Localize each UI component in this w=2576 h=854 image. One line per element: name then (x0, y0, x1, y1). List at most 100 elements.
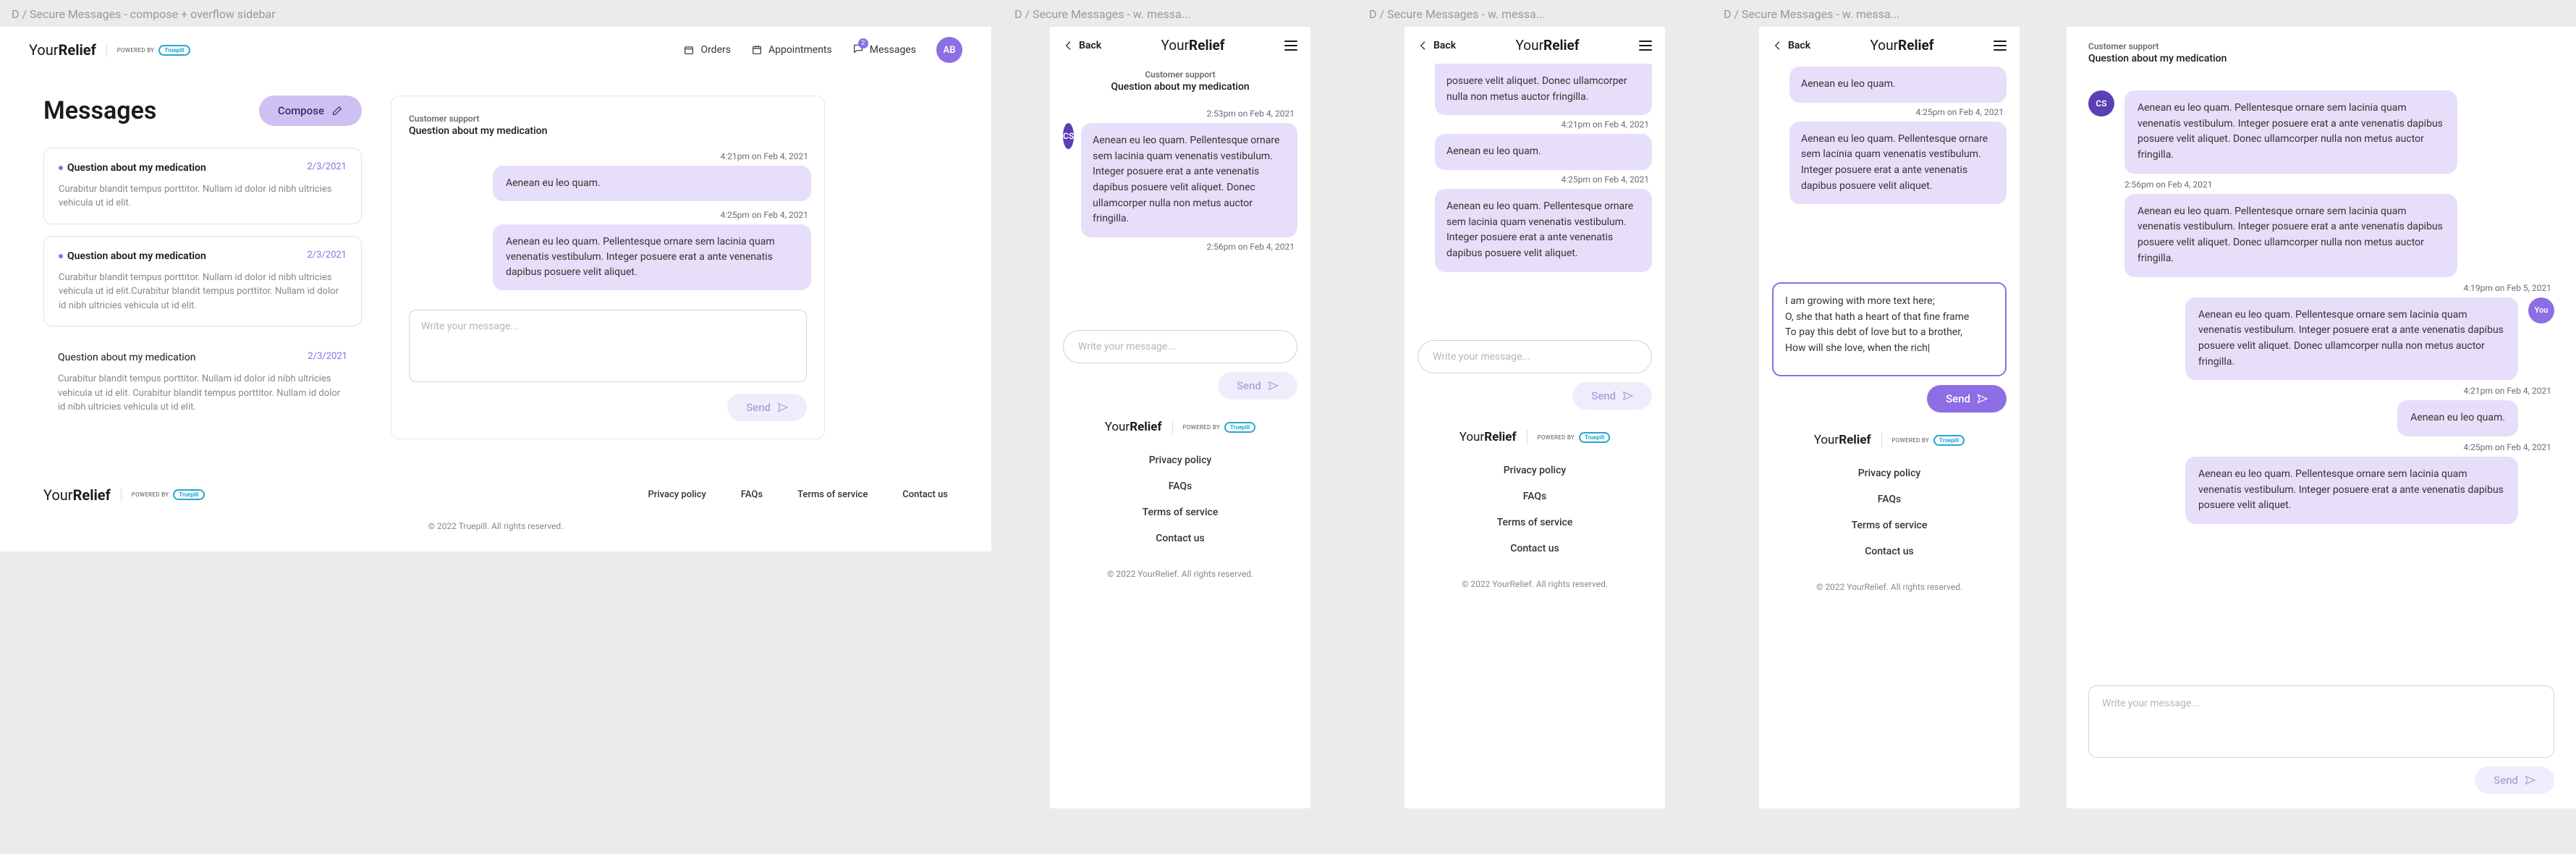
arrow-left-icon (1772, 40, 1784, 51)
footer-link-privacy[interactable]: Privacy policy (648, 489, 706, 500)
thread-card[interactable]: Question about my medication 2/3/2021 Cu… (43, 148, 362, 224)
back-button[interactable]: Back (1418, 40, 1456, 51)
conversation-subject: Question about my medication (1064, 81, 1296, 93)
brand-logo[interactable]: YourRelief (1870, 37, 1933, 54)
menu-button[interactable] (1284, 41, 1297, 51)
footer-link-terms[interactable]: Terms of service (797, 489, 868, 500)
message-bubble: Aenean eu leo quam. Pellentesque ornare … (1435, 189, 1652, 272)
message-timestamp: 2:56pm on Feb 4, 2021 (2124, 179, 2551, 190)
footer-link-faqs[interactable]: FAQs (1878, 494, 1902, 505)
send-button[interactable]: Send (1218, 372, 1297, 399)
brand-logo[interactable]: YourRelief (1459, 430, 1517, 444)
page-title: Messages (43, 96, 156, 125)
message-bubble: Aenean eu leo quam. (1789, 67, 2007, 103)
message-input[interactable]: Write your message... (1063, 330, 1297, 363)
message-input[interactable]: Write your message... (2088, 685, 2554, 758)
footer-link-faqs[interactable]: FAQs (1169, 481, 1192, 492)
message-timestamp: 2:56pm on Feb 4, 2021 (1063, 242, 1295, 252)
sender-avatar: CS (2088, 90, 2114, 117)
send-button[interactable]: Send (2475, 766, 2554, 794)
thread-date: 2/3/2021 (308, 351, 347, 362)
message-bubble: Aenean eu leo quam. (493, 166, 811, 201)
conversation-sender-label: Customer support (1064, 69, 1296, 80)
thread-date: 2/3/2021 (307, 161, 347, 172)
send-button[interactable]: Send (1572, 382, 1652, 410)
message-bubble: Aenean eu leo quam. Pellentesque ornare … (1789, 122, 2007, 205)
footer-link-terms[interactable]: Terms of service (1143, 507, 1219, 518)
frame-label-detail (2067, 0, 2576, 27)
conversation-sender-label: Customer support (409, 114, 824, 124)
thread-list-panel: Messages Compose Question about my medic… (43, 96, 362, 439)
thread-card[interactable]: Question about my medication 2/3/2021 Cu… (43, 236, 362, 326)
message-input[interactable] (409, 310, 807, 382)
mobile-frame-3: Back YourRelief Aenean eu leo quam. 4:25… (1759, 27, 2020, 808)
menu-button[interactable] (1994, 41, 2007, 51)
footer-link-privacy[interactable]: Privacy policy (1858, 468, 1921, 479)
back-button[interactable]: Back (1063, 40, 1101, 51)
footer-link-contact[interactable]: Contact us (1865, 546, 1914, 557)
back-button[interactable]: Back (1772, 40, 1810, 51)
nav-appointments[interactable]: Appointments (751, 44, 832, 56)
sender-avatar: CS (1063, 123, 1074, 149)
compose-area: Send (409, 310, 824, 421)
message-timestamp: 4:21pm on Feb 4, 2021 (2091, 386, 2551, 396)
send-icon (1267, 380, 1279, 392)
mobile-frame-2: Back YourRelief posuere velit aliquet. D… (1404, 27, 1665, 808)
footer-link-contact[interactable]: Contact us (902, 489, 948, 500)
thread-card[interactable]: Question about my medication 2/3/2021 Cu… (43, 338, 362, 427)
menu-button[interactable] (1639, 41, 1652, 51)
footer-link-privacy[interactable]: Privacy policy (1504, 465, 1567, 476)
arrow-left-icon (1418, 40, 1429, 51)
nav-orders[interactable]: Orders (683, 44, 731, 56)
divider (106, 43, 107, 57)
message-timestamp: 4:21pm on Feb 4, 2021 (409, 151, 811, 161)
footer-link-privacy[interactable]: Privacy policy (1149, 455, 1212, 466)
thread-date: 2/3/2021 (307, 250, 347, 261)
send-button[interactable]: Send (1927, 385, 2007, 413)
frame-label-mobile1: D / Secure Messages - w. messa... (1003, 0, 1357, 27)
message-bubble: Aenean eu leo quam. (1435, 134, 1652, 170)
brand-logo[interactable]: YourRelief (1515, 37, 1579, 54)
footer-link-contact[interactable]: Contact us (1156, 533, 1205, 544)
arrow-left-icon (1063, 40, 1075, 51)
message-bubble: Aenean eu leo quam. Pellentesque ornare … (2185, 457, 2518, 524)
footer-link-terms[interactable]: Terms of service (1852, 520, 1928, 531)
package-icon (683, 44, 695, 56)
nav-messages[interactable]: Messages (852, 43, 916, 57)
conversation-subject: Question about my medication (2088, 53, 2554, 64)
footer-link-faqs[interactable]: FAQs (1523, 491, 1547, 502)
footer-link-faqs[interactable]: FAQs (741, 489, 763, 500)
edit-icon (331, 105, 343, 117)
message-timestamp: 4:25pm on Feb 4, 2021 (2091, 442, 2551, 452)
brand-logo[interactable]: YourRelief (1161, 37, 1224, 54)
messages-badge (852, 43, 864, 57)
brand-logo[interactable]: YourRelief (1105, 420, 1162, 434)
detail-pane: Customer support Question about my medic… (2067, 27, 2576, 808)
footer-link-contact[interactable]: Contact us (1510, 543, 1559, 554)
conversation-subject: Question about my medication (409, 125, 824, 137)
copyright-text: © 2022 Truepill. All rights reserved. (43, 504, 948, 544)
message-bubble: posuere velit aliquet. Donec ullamcorper… (1435, 64, 1652, 115)
footer-link-terms[interactable]: Terms of service (1497, 517, 1573, 528)
you-avatar: You (2528, 297, 2554, 324)
powered-by-badge: POWERED BY Truepill (117, 45, 190, 56)
brand-logo[interactable]: YourRelief (43, 486, 111, 504)
app-header: YourRelief POWERED BY Truepill Orders Ap… (0, 27, 991, 74)
message-input[interactable]: Write your message... (1418, 340, 1652, 373)
footer-logo-group: YourRelief POWERED BYTruepill (43, 486, 205, 504)
brand-logo[interactable]: YourRelief (29, 41, 96, 59)
send-button[interactable]: Send (727, 394, 807, 421)
user-avatar[interactable]: AB (936, 37, 962, 63)
thread-subject: Question about my medication (59, 161, 206, 175)
desktop-frame: YourRelief POWERED BY Truepill Orders Ap… (0, 27, 991, 551)
message-input[interactable]: I am growing with more text here; O, she… (1772, 282, 2007, 376)
calendar-icon (751, 44, 763, 56)
thread-subject: Question about my medication (59, 250, 206, 263)
send-icon (1976, 393, 1988, 405)
message-timestamp: 4:25pm on Feb 4, 2021 (409, 210, 811, 220)
send-icon (1622, 390, 1633, 402)
compose-button[interactable]: Compose (259, 96, 362, 126)
message-timestamp: 2:53pm on Feb 4, 2021 (1063, 109, 1295, 119)
brand-logo[interactable]: YourRelief (1814, 433, 1871, 447)
send-icon (2524, 774, 2535, 786)
